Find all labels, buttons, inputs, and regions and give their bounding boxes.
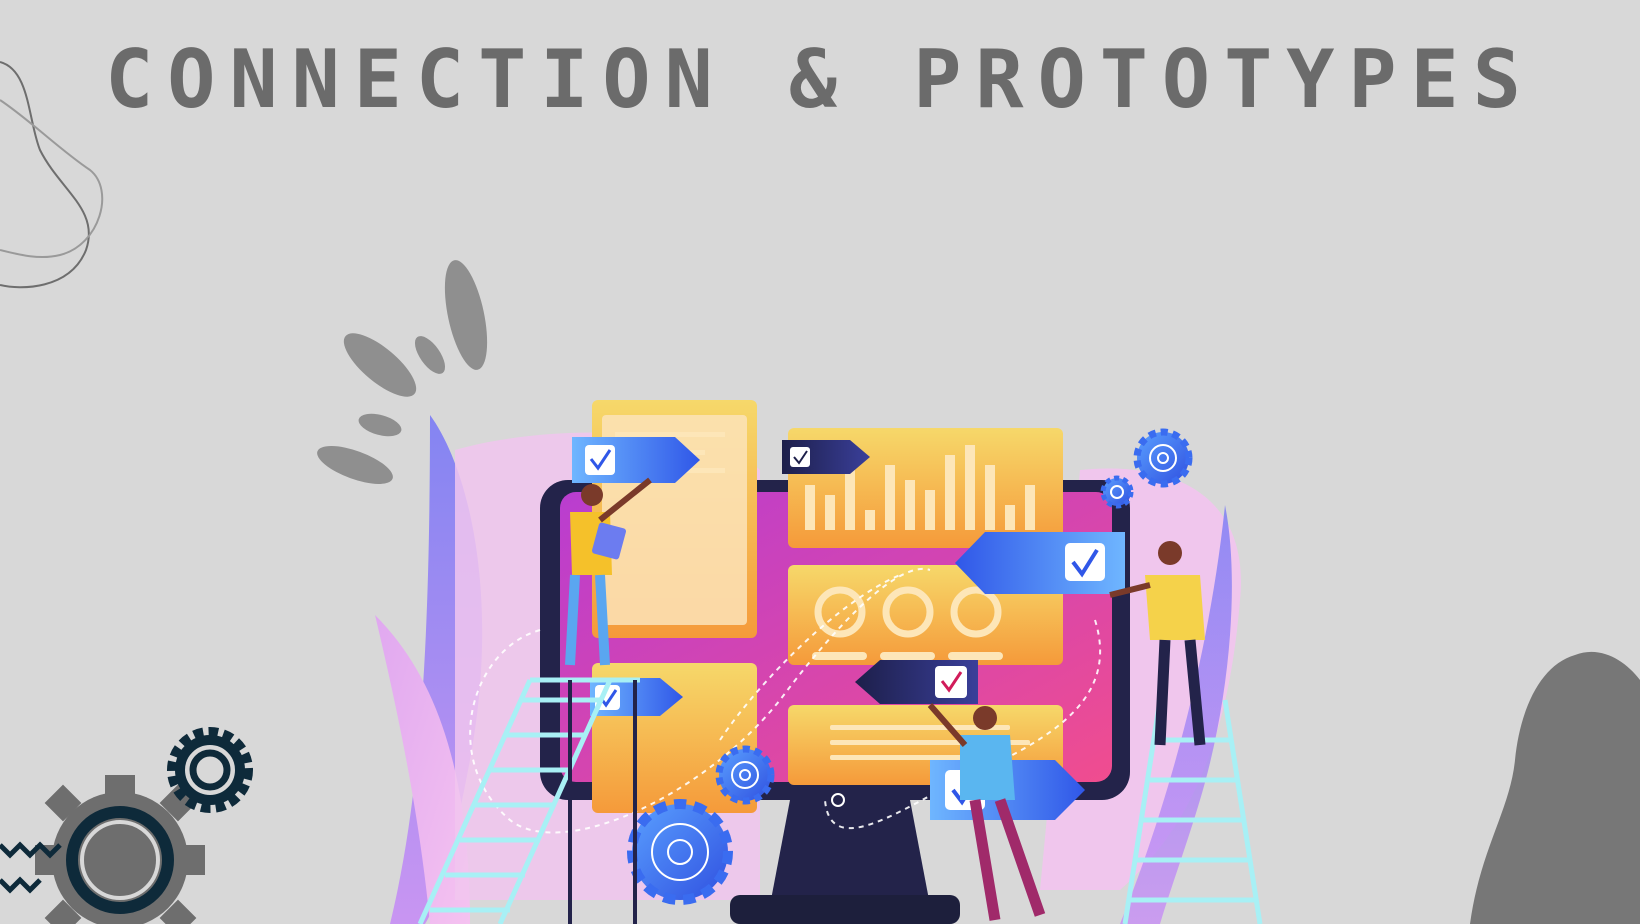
gear-icon [1133, 428, 1193, 488]
prototype-illustration [375, 400, 1263, 924]
checkmark-tag [572, 437, 700, 483]
slide: CONNECTION & PROTOTYPES [0, 0, 1640, 924]
gear-icon [1100, 475, 1134, 509]
checkmark-tag [855, 660, 978, 704]
checkmark-tag [955, 532, 1125, 594]
gear-icon [627, 799, 733, 905]
gear-icon [715, 745, 775, 805]
